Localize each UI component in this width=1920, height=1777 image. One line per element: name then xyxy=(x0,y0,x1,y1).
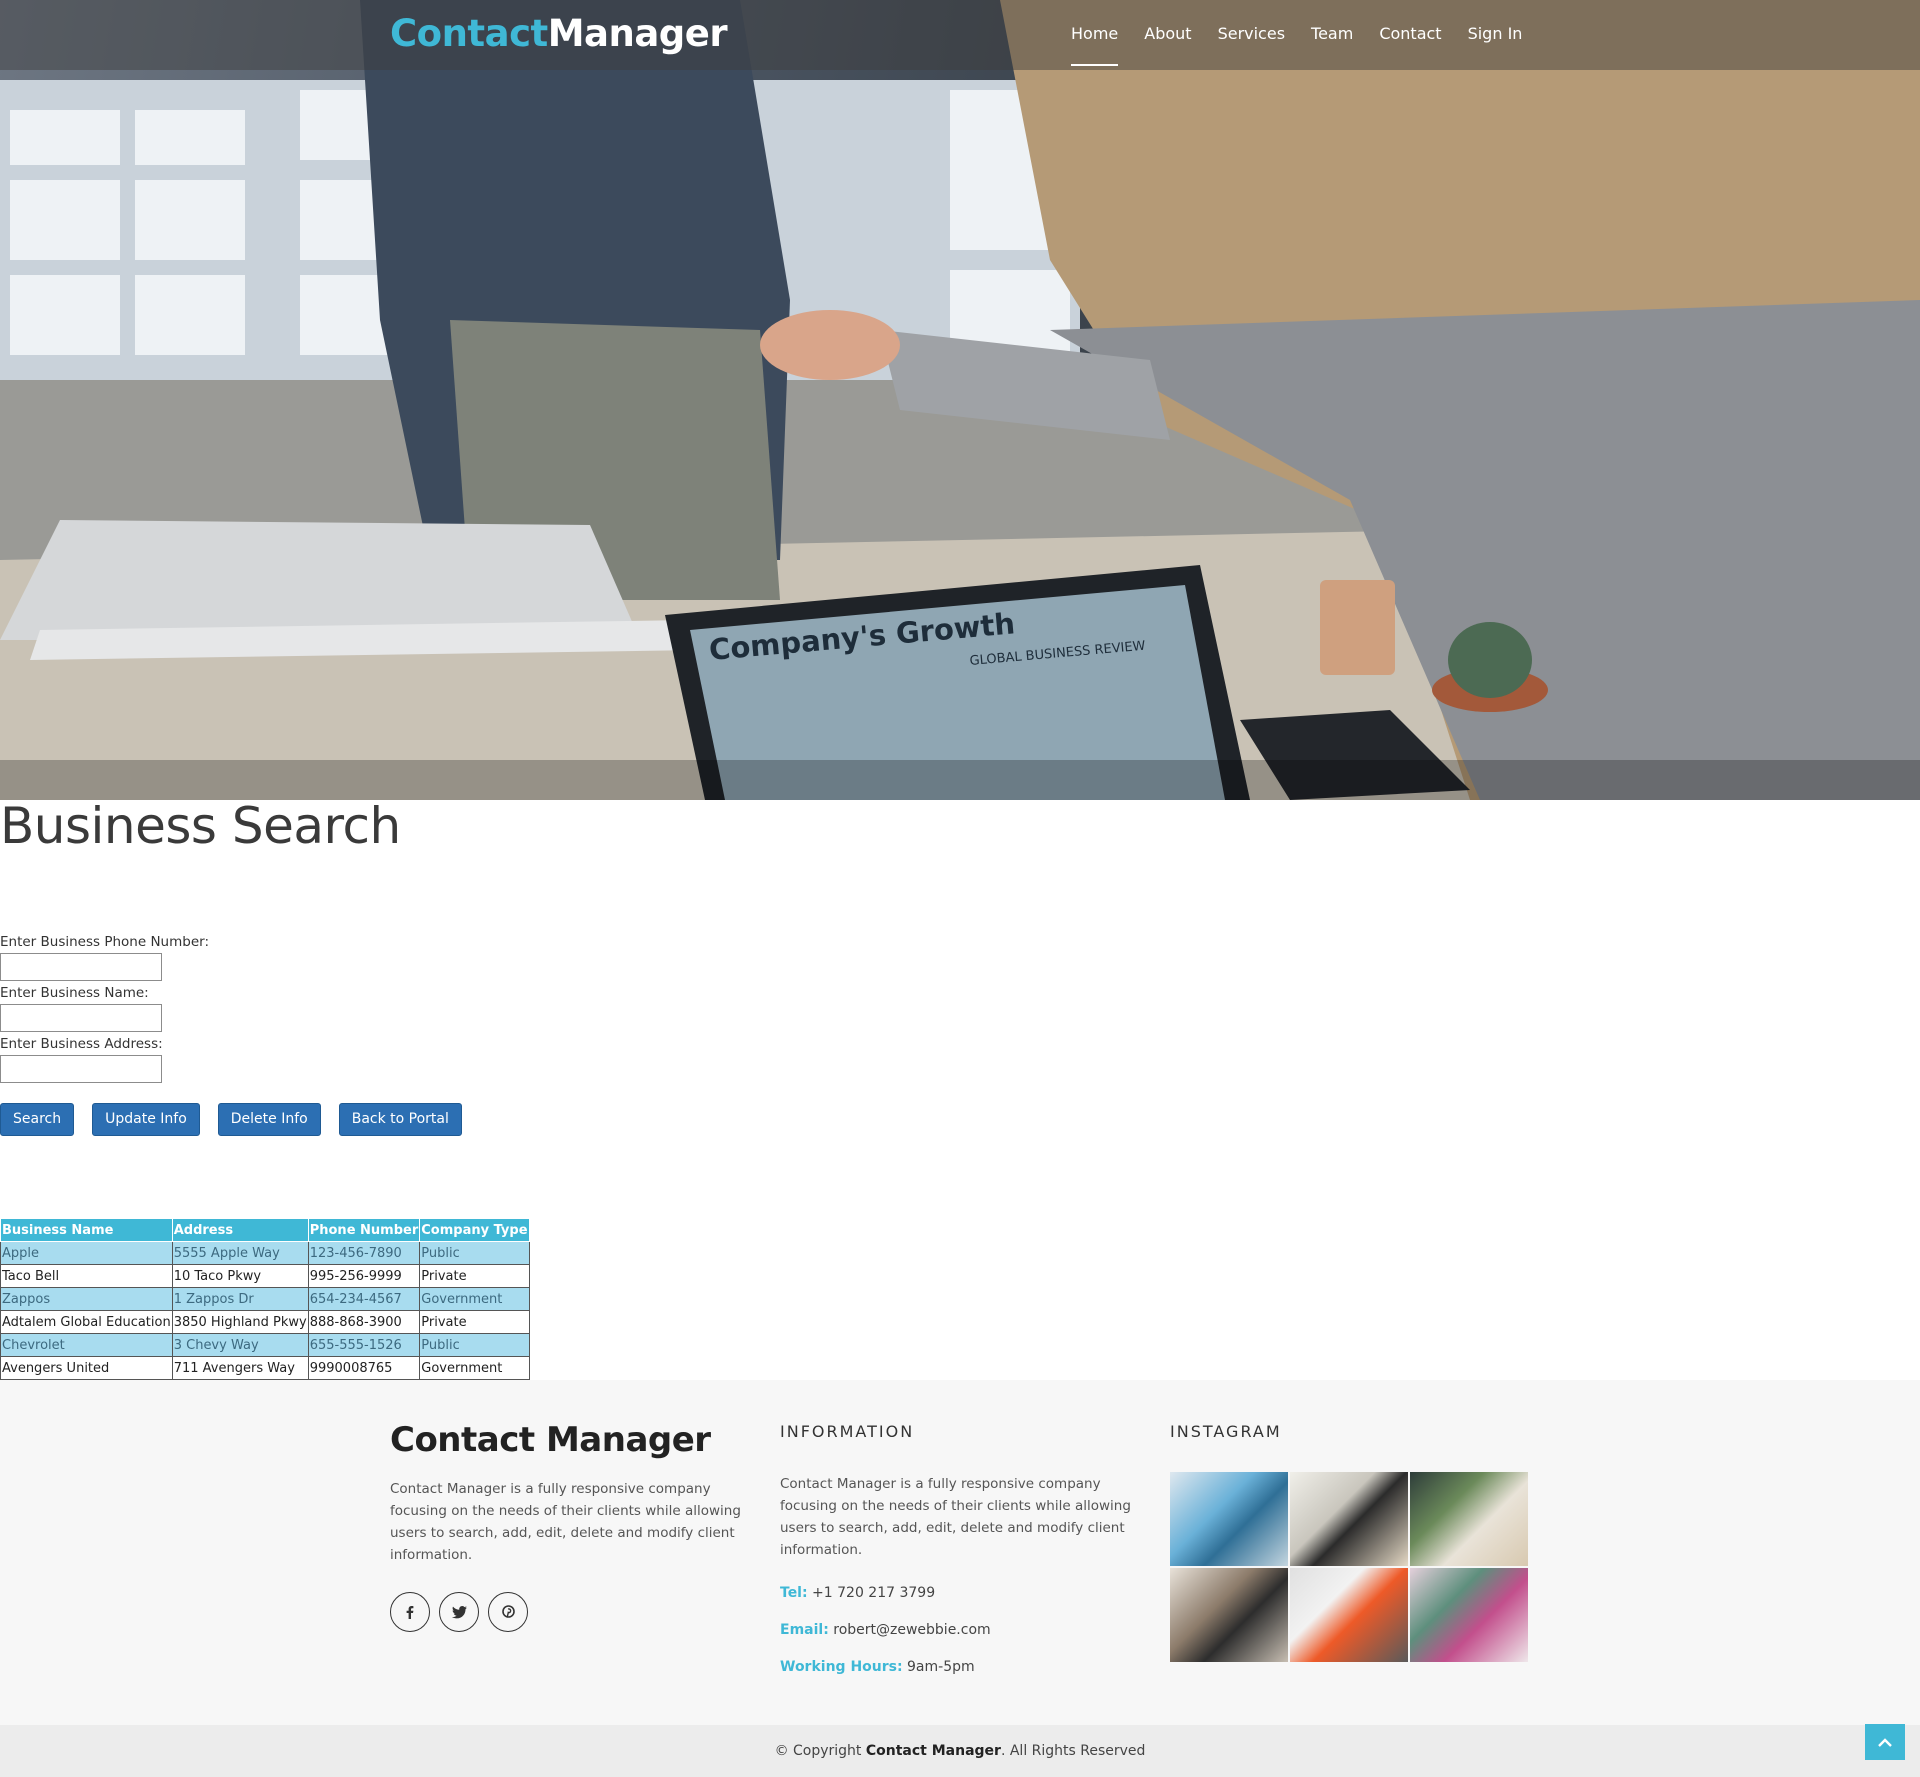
back-to-portal-button[interactable]: Back to Portal xyxy=(338,1103,462,1136)
search-button[interactable]: Search xyxy=(0,1103,75,1136)
footer: Contact Manager Contact Manager is a ful… xyxy=(0,1380,1920,1725)
nav-contact[interactable]: Contact xyxy=(1379,22,1441,46)
cell-address: 5555 Apple Way xyxy=(171,1241,309,1265)
main-nav: Home About Services Team Contact Sign In xyxy=(1071,22,1548,66)
instagram-photo[interactable] xyxy=(1170,1472,1288,1566)
table-row[interactable]: Apple 5555 Apple Way 123-456-7890 Public xyxy=(0,1241,530,1265)
tel-value: +1 720 217 3799 xyxy=(807,1585,936,1601)
col-address: Address xyxy=(171,1218,309,1242)
table-row[interactable]: Taco Bell 10 Taco Pkwy 995-256-9999 Priv… xyxy=(0,1264,530,1288)
tel-line: Tel: +1 720 217 3799 xyxy=(780,1585,935,1601)
name-input[interactable] xyxy=(0,1004,162,1032)
brand-logo[interactable]: ContactManager xyxy=(390,10,728,58)
instagram-photo[interactable] xyxy=(1410,1568,1528,1662)
cell-address: 1 Zappos Dr xyxy=(171,1287,309,1311)
address-label: Enter Business Address: xyxy=(0,1036,163,1052)
instagram-grid xyxy=(1170,1472,1530,1662)
table-row[interactable]: Avengers United 711 Avengers Way 9990008… xyxy=(0,1356,530,1380)
action-buttons: Search Update Info Delete Info Back to P… xyxy=(0,1103,480,1136)
hours-label: Working Hours: xyxy=(780,1659,903,1675)
name-label: Enter Business Name: xyxy=(0,985,149,1001)
cell-address: 10 Taco Pkwy xyxy=(171,1264,309,1288)
cell-business-name: Zappos xyxy=(0,1287,173,1311)
instagram-photo[interactable] xyxy=(1170,1568,1288,1662)
nav-about[interactable]: About xyxy=(1144,22,1191,46)
nav-team[interactable]: Team xyxy=(1311,22,1353,46)
cell-business-name: Adtalem Global Education xyxy=(0,1310,173,1334)
cell-address: 711 Avengers Way xyxy=(171,1356,309,1380)
col-phone-number: Phone Number xyxy=(307,1218,421,1242)
copyright-suffix: . All Rights Reserved xyxy=(1000,1743,1146,1759)
hours-value: 9am-5pm xyxy=(902,1659,975,1675)
table-row[interactable]: Adtalem Global Education 3850 Highland P… xyxy=(0,1310,530,1334)
copyright-prefix: © Copyright xyxy=(774,1743,866,1759)
email-line: Email: robert@zewebbie.com xyxy=(780,1622,991,1638)
update-info-button[interactable]: Update Info xyxy=(92,1103,200,1136)
cell-phone: 654-234-4567 xyxy=(307,1287,421,1311)
cell-phone: 888-868-3900 xyxy=(307,1310,421,1334)
email-value[interactable]: robert@zewebbie.com xyxy=(829,1622,990,1638)
cell-address: 3 Chevy Way xyxy=(171,1333,309,1357)
tel-label: Tel: xyxy=(780,1585,808,1601)
col-company-type: Company Type xyxy=(419,1218,530,1242)
cell-phone: 123-456-7890 xyxy=(307,1241,421,1265)
hero-photo: Company's Growth GLOBAL BUSINESS REVIEW xyxy=(0,0,1920,800)
nav-home[interactable]: Home xyxy=(1071,22,1119,66)
results-table: Business Name Address Phone Number Compa… xyxy=(0,1218,530,1380)
social-links xyxy=(390,1592,537,1632)
cell-company-type: Private xyxy=(419,1310,530,1334)
chevron-up-icon xyxy=(1878,1737,1892,1747)
information-heading: INFORMATION xyxy=(780,1422,915,1441)
delete-info-button[interactable]: Delete Info xyxy=(217,1103,321,1136)
copyright-brand: Contact Manager xyxy=(865,1743,1001,1759)
cell-company-type: Public xyxy=(419,1241,530,1265)
facebook-icon[interactable] xyxy=(390,1592,430,1632)
nav-sign-in[interactable]: Sign In xyxy=(1468,22,1523,46)
cell-phone: 995-256-9999 xyxy=(307,1264,421,1288)
hero-section: Company's Growth GLOBAL BUSINESS REVIEW … xyxy=(0,0,1920,800)
instagram-heading: INSTAGRAM xyxy=(1170,1422,1282,1441)
twitter-icon[interactable] xyxy=(439,1592,479,1632)
information-description: Contact Manager is a fully responsive co… xyxy=(780,1476,1131,1558)
email-label: Email: xyxy=(780,1622,829,1638)
table-row[interactable]: Chevrolet 3 Chevy Way 655-555-1526 Publi… xyxy=(0,1333,530,1357)
search-form: Enter Business Phone Number: Enter Busin… xyxy=(0,932,400,1085)
brand-part2: Manager xyxy=(547,12,728,55)
address-input[interactable] xyxy=(0,1055,162,1083)
cell-phone: 9990008765 xyxy=(307,1356,421,1380)
hours-line: Working Hours: 9am-5pm xyxy=(780,1659,975,1675)
pinterest-icon[interactable] xyxy=(488,1592,528,1632)
instagram-photo[interactable] xyxy=(1290,1568,1408,1662)
instagram-photo[interactable] xyxy=(1410,1472,1528,1566)
cell-business-name: Chevrolet xyxy=(0,1333,173,1357)
cell-company-type: Public xyxy=(419,1333,530,1357)
cell-business-name: Avengers United xyxy=(0,1356,173,1380)
table-header-row: Business Name Address Phone Number Compa… xyxy=(0,1218,530,1242)
instagram-photo[interactable] xyxy=(1290,1472,1408,1566)
cell-company-type: Government xyxy=(419,1287,530,1311)
cell-company-type: Government xyxy=(419,1356,530,1380)
footer-brand: Contact Manager xyxy=(390,1420,711,1460)
phone-input[interactable] xyxy=(0,953,162,981)
cell-business-name: Taco Bell xyxy=(0,1264,173,1288)
cell-phone: 655-555-1526 xyxy=(307,1333,421,1357)
cell-address: 3850 Highland Pkwy xyxy=(171,1310,309,1334)
page-title: Business Search xyxy=(0,797,401,855)
nav-services[interactable]: Services xyxy=(1218,22,1285,46)
table-row[interactable]: Zappos 1 Zappos Dr 654-234-4567 Governme… xyxy=(0,1287,530,1311)
cell-business-name: Apple xyxy=(0,1241,173,1265)
col-business-name: Business Name xyxy=(0,1218,173,1242)
back-to-top-button[interactable] xyxy=(1865,1724,1905,1760)
phone-label: Enter Business Phone Number: xyxy=(0,934,209,950)
copyright-bar: © Copyright Contact Manager. All Rights … xyxy=(0,1725,1920,1777)
footer-description: Contact Manager is a fully responsive co… xyxy=(390,1481,741,1563)
brand-part1: Contact xyxy=(390,12,548,55)
navbar: ContactManager Home About Services Team … xyxy=(0,0,1920,70)
cell-company-type: Private xyxy=(419,1264,530,1288)
